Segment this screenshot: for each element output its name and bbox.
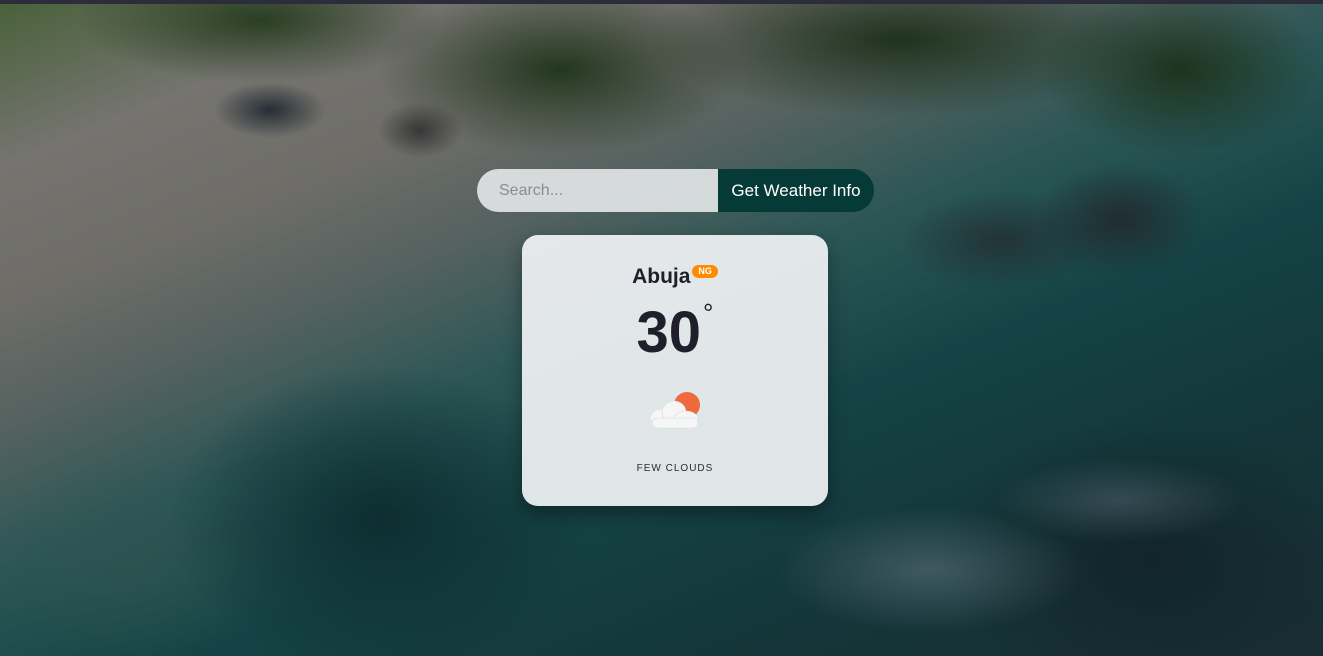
browser-top-strip bbox=[0, 0, 1323, 4]
city-name: Abuja bbox=[632, 265, 691, 288]
temperature-row: 30° bbox=[522, 298, 828, 365]
get-weather-button[interactable]: Get Weather Info bbox=[718, 169, 874, 212]
country-badge: NG bbox=[692, 265, 718, 278]
weather-description: FEW CLOUDS bbox=[636, 463, 714, 474]
weather-app: Get Weather Info AbujaNG 30° FEW CLOUDS bbox=[0, 0, 1323, 656]
degree-symbol: ° bbox=[703, 298, 714, 328]
search-bar: Get Weather Info bbox=[477, 169, 874, 212]
weather-card: Abuja NG 30° FEW CLOUDS bbox=[522, 235, 828, 506]
search-input[interactable] bbox=[477, 169, 718, 212]
temperature-value: 30 bbox=[636, 300, 702, 365]
few-clouds-icon bbox=[646, 389, 706, 435]
location-row: Abuja NG bbox=[522, 265, 828, 293]
